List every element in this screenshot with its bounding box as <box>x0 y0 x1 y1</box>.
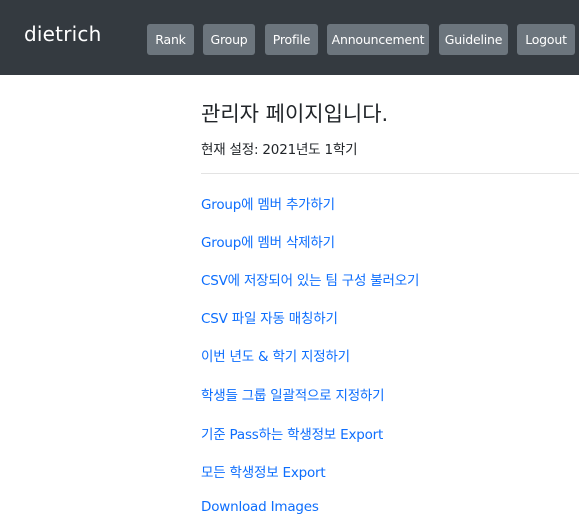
group-button[interactable]: Group <box>203 24 255 55</box>
navbar: dietrich Rank Group Profile Announcement… <box>0 0 579 75</box>
csv-auto-match-link[interactable]: CSV 파일 자동 매칭하기 <box>201 307 338 327</box>
current-setting-text: 현재 설정: 2021년도 1학기 <box>201 142 358 158</box>
guideline-button[interactable]: Guideline <box>439 24 508 55</box>
page-title: 관리자 페이지입니다. <box>201 102 389 126</box>
bulk-assign-groups-link[interactable]: 학생들 그룹 일괄적으로 지정하기 <box>201 384 385 404</box>
load-team-csv-link[interactable]: CSV에 저장되어 있는 팀 구성 불러오기 <box>201 269 419 289</box>
announcement-button[interactable]: Announcement <box>327 24 429 55</box>
export-pass-students-link[interactable]: 기준 Pass하는 학생정보 Export <box>201 423 383 443</box>
divider <box>201 173 579 174</box>
remove-group-member-link[interactable]: Group에 멤버 삭제하기 <box>201 231 335 251</box>
brand-logo[interactable]: dietrich <box>24 22 101 46</box>
download-images-link[interactable]: Download Images <box>201 499 319 515</box>
set-year-semester-link[interactable]: 이번 년도 & 학기 지정하기 <box>201 345 350 365</box>
rank-button[interactable]: Rank <box>147 24 194 55</box>
profile-button[interactable]: Profile <box>265 24 318 55</box>
add-group-member-link[interactable]: Group에 멤버 추가하기 <box>201 193 335 213</box>
logout-button[interactable]: Logout <box>517 24 575 55</box>
export-all-students-link[interactable]: 모든 학생정보 Export <box>201 461 326 481</box>
